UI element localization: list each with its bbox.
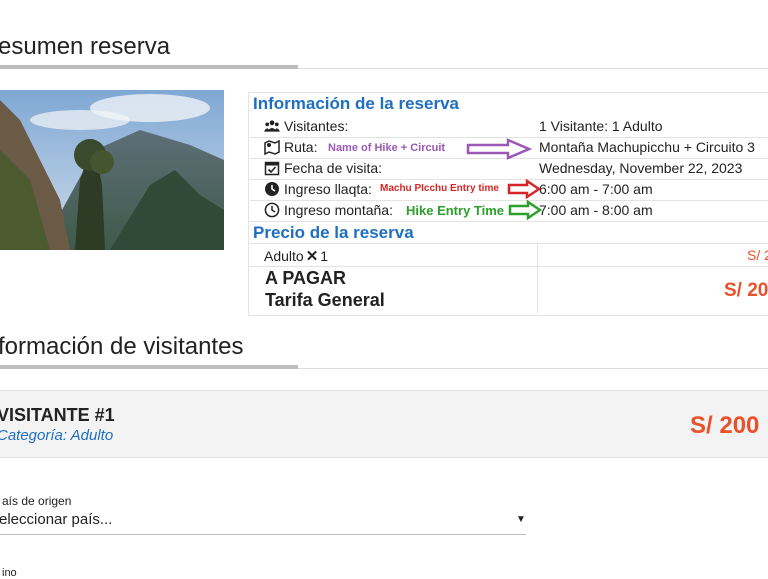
route-label: Ruta:	[284, 139, 318, 155]
country-select[interactable]: eleccionar país... ▼	[0, 508, 526, 534]
visitors-label: Visitantes:	[284, 118, 349, 134]
route-value: Montaña Machupicchu + Circuito 3	[539, 139, 755, 155]
map-route-icon	[264, 139, 280, 155]
visitor-card-header: VISITANTE #1 Categoría: Adulto S/ 200	[0, 390, 768, 458]
mountain-arrow-icon	[508, 200, 542, 220]
price-row-adult: Adulto ✕ 1 S/ 2	[250, 243, 768, 267]
summary-title: esumen reserva	[0, 33, 171, 60]
price-row-total: A PAGAR Tarifa General S/ 200	[250, 265, 768, 313]
users-icon	[264, 120, 280, 132]
date-value: Wednesday, November 22, 2023	[539, 160, 743, 176]
mountain-label: Ingreso montaña:	[284, 202, 393, 218]
clock-outline-icon	[264, 202, 280, 218]
clock-filled-icon	[265, 182, 279, 196]
price-row-label: Adulto	[264, 248, 304, 264]
multiply-icon: ✕	[305, 248, 319, 265]
price-column-divider	[537, 243, 538, 313]
visitors-value: 1 Visitante: 1 Adulto	[539, 118, 663, 134]
visitor-price: S/ 200	[690, 412, 760, 439]
tariff-label: Tarifa General	[265, 290, 385, 310]
country-select-value: eleccionar país...	[0, 511, 113, 528]
route-arrow-icon	[466, 138, 532, 160]
visitors-divider-accent	[0, 365, 298, 369]
date-label: Fecha de visita:	[284, 160, 383, 176]
visitor-heading: VISITANTE #1	[0, 405, 115, 425]
machu-picchu-photo	[0, 90, 224, 250]
llaqta-annotation: Machu PIcchu Entry time	[380, 183, 499, 194]
summary-divider-accent	[0, 65, 298, 69]
total-label: A PAGAR	[265, 268, 346, 288]
next-field-label: ino	[2, 567, 17, 579]
price-row-qty: 1	[320, 248, 329, 264]
llaqta-arrow-icon	[507, 179, 541, 199]
mountain-annotation: Hike Entry Time	[406, 203, 505, 218]
country-select-underline	[0, 534, 526, 535]
chevron-down-icon: ▼	[516, 514, 526, 525]
mountain-value: 7:00 am - 8:00 am	[539, 202, 653, 218]
visitor-category: Categoría: Adulto	[0, 427, 114, 444]
reservation-row-visitors: Visitantes: 1 Visitante: 1 Adulto	[250, 116, 768, 138]
calendar-check-icon	[264, 161, 280, 176]
llaqta-value: 6:00 am - 7:00 am	[539, 181, 653, 197]
llaqta-label: Ingreso llaqta:	[284, 181, 372, 197]
price-row-value: S/ 2	[747, 247, 768, 263]
country-label: aís de origen	[2, 494, 72, 508]
price-title: Precio de la reserva	[253, 223, 414, 242]
reservation-info-title: Información de la reserva	[253, 94, 459, 113]
route-annotation: Name of Hike + Circuit	[328, 142, 446, 154]
reservation-row-date: Fecha de visita: Wednesday, November 22,…	[250, 158, 768, 180]
total-value: S/ 200	[724, 280, 768, 301]
visitors-section-title: formación de visitantes	[0, 333, 244, 360]
